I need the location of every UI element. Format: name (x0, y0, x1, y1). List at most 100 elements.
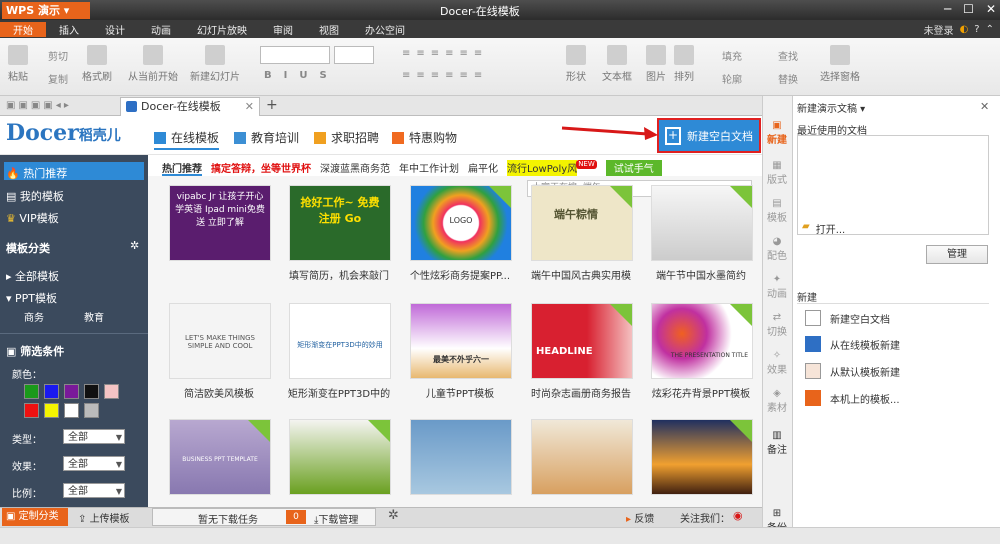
panel-local-templates[interactable]: 本机上的模板... (805, 390, 900, 406)
panel-from-online[interactable]: 从在线模板新建 (805, 336, 900, 352)
maximize-icon[interactable]: ☐ (963, 2, 974, 16)
template-card[interactable]: 矩形渐变在PPT3D中的妙用 (289, 303, 391, 379)
rail-animation[interactable]: ✦ 动画 (762, 274, 792, 300)
rail-effect[interactable]: ✧ 效果 (762, 350, 792, 376)
color-swatch-pink[interactable] (104, 384, 119, 399)
rail-new[interactable]: ▣ 新建 (762, 120, 792, 146)
color-swatch-red[interactable] (24, 403, 39, 418)
font-style-buttons[interactable]: BIUS (264, 70, 339, 81)
upload-template-button[interactable]: ⇪ 上传模板 (78, 510, 130, 525)
sidebar-item-vip[interactable]: ♛ VIP模板 (6, 210, 59, 226)
menu-slideshow[interactable]: 幻灯片放映 (184, 22, 260, 37)
template-card[interactable] (289, 419, 391, 495)
paste-button[interactable]: 粘贴 (8, 45, 28, 83)
color-swatch-gray[interactable] (84, 403, 99, 418)
gear-icon[interactable]: ✲ (130, 239, 139, 252)
help-icon[interactable]: ? (974, 24, 979, 35)
tag-hot[interactable]: 热门推荐 (162, 160, 202, 176)
template-card[interactable]: 抢好工作~ 免费注册 Go (289, 185, 391, 261)
color-swatch-yellow[interactable] (44, 403, 59, 418)
arrange-button[interactable]: 排列 (674, 45, 694, 83)
sidebar-item-mine[interactable]: ▤ 我的模板 (6, 188, 64, 204)
menu-view[interactable]: 视图 (306, 22, 352, 37)
menu-office-space[interactable]: 办公空间 (352, 22, 418, 37)
template-card[interactable]: THE PRESENTATION TITLE (651, 303, 753, 379)
rail-transition[interactable]: ⇄ 切换 (762, 312, 792, 338)
ribbon-toggle-icon[interactable]: ⌃ (986, 24, 994, 35)
template-card[interactable]: LET'S MAKE THINGS SIMPLE AND COOL (169, 303, 271, 379)
new-blank-document-button[interactable]: + 新建空白文档 (657, 118, 761, 153)
paragraph-buttons[interactable]: ≡≡≡≡≡≡ (402, 48, 488, 59)
tab-close-icon[interactable]: ✕ (245, 98, 254, 116)
tag-midyear[interactable]: 年中工作计划 (399, 160, 459, 176)
from-current-button[interactable]: 从当前开始 (128, 45, 178, 83)
panel-new-blank[interactable]: 新建空白文档 (805, 310, 890, 326)
color-swatch-white[interactable] (64, 403, 79, 418)
settings-gear-icon[interactable]: ✲ (388, 508, 399, 523)
rail-template[interactable]: ▤ 模板 (762, 198, 792, 224)
align-buttons[interactable]: ≡≡≡≡≡≡ (402, 70, 488, 81)
menu-animation[interactable]: 动画 (138, 22, 184, 37)
outline-button[interactable]: 轮廓 (722, 71, 742, 86)
sidebar-item-business[interactable]: 商务 (24, 309, 44, 324)
template-card[interactable]: 最美不外乎六一 (410, 303, 512, 379)
replace-button[interactable]: 替换 (778, 71, 798, 86)
new-slide-button[interactable]: 新建幻灯片 (190, 45, 240, 83)
format-painter-button[interactable]: 格式刷 (82, 45, 112, 83)
color-swatch-blue[interactable] (44, 384, 59, 399)
menu-review[interactable]: 审阅 (260, 22, 306, 37)
type-select[interactable]: 全部 (63, 429, 125, 445)
shape-button[interactable]: 形状 (566, 45, 586, 83)
menu-insert[interactable]: 插入 (46, 22, 92, 37)
tab-education[interactable]: 教育培训 (234, 129, 299, 146)
tab-jobs[interactable]: 求职招聘 (314, 129, 379, 146)
rail-color[interactable]: ◕ 配色 (762, 236, 792, 262)
textbox-button[interactable]: 文本框 (602, 45, 632, 83)
sidebar-item-education[interactable]: 教育 (84, 309, 104, 324)
panel-title[interactable]: 新建演示文稿 ▾ (797, 100, 865, 115)
color-swatch-black[interactable] (84, 384, 99, 399)
ratio-select[interactable]: 全部 (63, 483, 125, 499)
tag-worldcup[interactable]: 搞定答辩，坐等世界杯 (211, 160, 311, 176)
template-card[interactable]: 端午粽情 (531, 185, 633, 261)
custom-category-button[interactable]: ▣ 定制分类 (2, 508, 68, 526)
new-tab-button[interactable]: + (266, 97, 278, 113)
select-pane-button[interactable]: 选择窗格 (820, 45, 860, 83)
font-name-select[interactable] (260, 46, 330, 64)
menu-home[interactable]: 开始 (0, 21, 46, 37)
minimize-icon[interactable]: ─ (944, 2, 951, 16)
color-swatch-purple[interactable] (64, 384, 79, 399)
cut-button[interactable]: 剪切 (48, 48, 68, 63)
template-card[interactable] (651, 419, 753, 495)
tab-online-templates[interactable]: 在线模板 (154, 129, 220, 150)
template-card[interactable]: vipabc Jr 让孩子开心 学英语 Ipad mini免费送 立即了解 (169, 185, 271, 261)
find-button[interactable]: 查找 (778, 48, 798, 63)
font-size-select[interactable] (334, 46, 374, 64)
menu-design[interactable]: 设计 (92, 22, 138, 37)
download-manager-button[interactable]: ⤓下载管理 (314, 511, 358, 526)
picture-button[interactable]: 图片 (646, 45, 666, 83)
rail-notes[interactable]: ▥ 备注 (762, 430, 792, 456)
template-card[interactable] (531, 419, 633, 495)
weibo-icon[interactable]: ◉ (733, 509, 743, 522)
login-link[interactable]: 未登录 (924, 22, 954, 37)
rail-material[interactable]: ◈ 素材 (762, 388, 792, 414)
template-card[interactable]: BUSINESS PPT TEMPLATE (169, 419, 271, 495)
doc-tab[interactable]: Docer-在线模板 ✕ (120, 97, 260, 116)
panel-from-default[interactable]: 从默认模板新建 (805, 363, 900, 379)
template-card[interactable] (410, 419, 512, 495)
tag-random[interactable]: 试试手气 (605, 160, 662, 176)
panel-close-icon[interactable]: ✕ (980, 100, 989, 113)
skin-icon[interactable]: ◐ (960, 24, 969, 35)
tag-flat[interactable]: 扁平化 (468, 160, 498, 176)
fill-button[interactable]: 填充 (722, 48, 742, 63)
open-link[interactable]: ▰ 打开... (802, 221, 845, 236)
template-card[interactable]: LOGO (410, 185, 512, 261)
feedback-link[interactable]: ▸ 反馈 (626, 510, 654, 525)
template-card[interactable]: HEADLINE (531, 303, 633, 379)
copy-button[interactable]: 复制 (48, 71, 68, 86)
effect-select[interactable]: 全部 (63, 456, 125, 472)
sidebar-item-all[interactable]: ▸ 全部模板 (6, 268, 59, 284)
manage-button[interactable]: 管理 (926, 245, 988, 264)
sidebar-item-ppt[interactable]: ▾ PPT模板 (6, 290, 57, 306)
